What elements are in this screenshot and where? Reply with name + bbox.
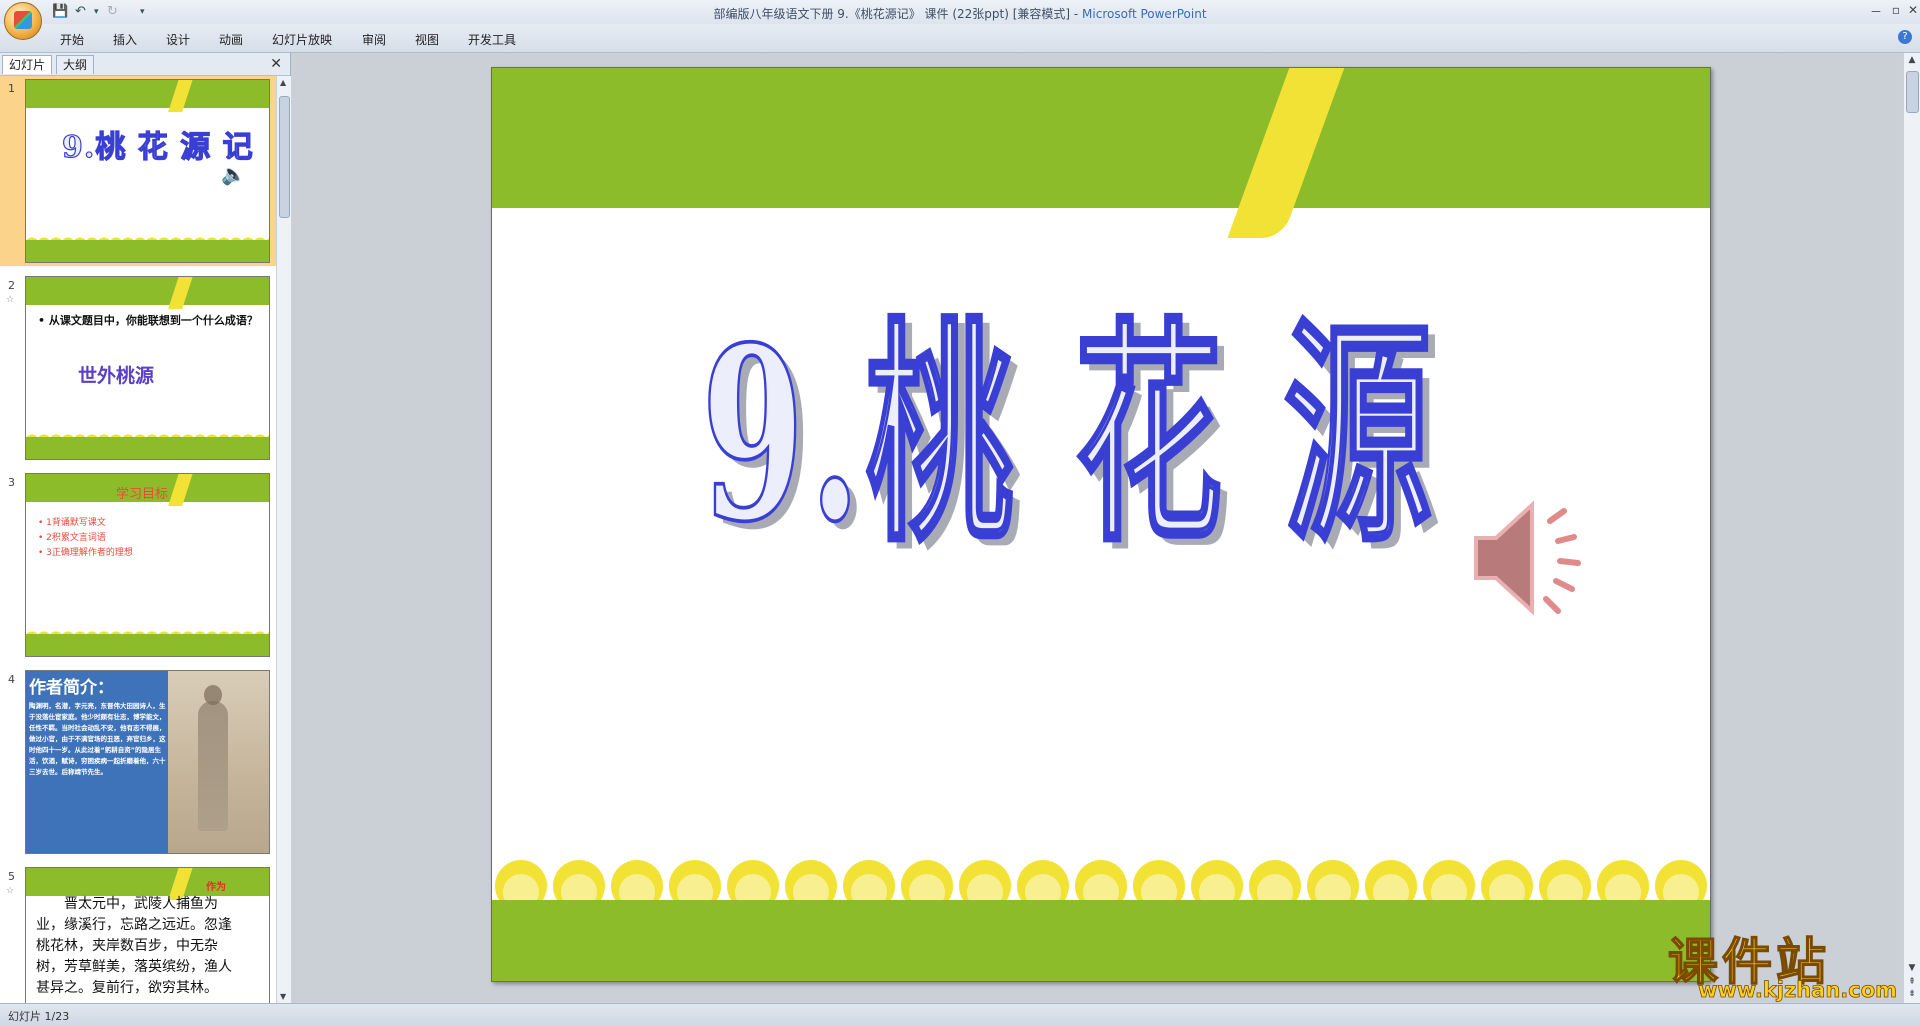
thumb-item: • 1背诵默写课文 <box>38 518 106 528</box>
thumb-note: 作为 <box>206 882 226 893</box>
audio-speaker-icon[interactable] <box>1462 493 1602 623</box>
thumb-answer: 世外桃源 <box>78 365 155 387</box>
slide-number: 2 <box>8 279 15 292</box>
slide-thumbnail-2[interactable]: • 从课文题目中，你能联想到一个什么成语？ 世外桃源 <box>25 276 270 460</box>
help-icon[interactable]: ? <box>1898 30 1912 44</box>
title-bar: 💾 ↶ ▾ ↻ ▾ 部编版八年级语文下册 9.《桃花源记》 课件 (22张ppt… <box>0 0 1920 24</box>
slide-thumbnail-4[interactable]: 作者简介： 陶渊明，名潜，字元亮，东晋伟大田园诗人，生于没落仕宦家庭。他少时颇有… <box>25 670 270 854</box>
thumb-bullet: • 从课文题目中，你能联想到一个什么成语？ <box>38 314 258 327</box>
slide-bottom-band <box>492 900 1710 981</box>
thumbnail-row-5[interactable]: 5 ☆ 作为 晋太元中，武陵人捕鱼为 业，缘溪行，忘路之远近。忽逢 桃花林，夹岸… <box>0 864 276 1003</box>
status-bar: 幻灯片 1/23 <box>0 1003 1920 1026</box>
thumb-top-band <box>26 80 269 108</box>
slide-thumbnail-5[interactable]: 作为 晋太元中，武陵人捕鱼为 业，缘溪行，忘路之远近。忽逢 桃花林，夹岸数百步，… <box>25 867 270 1003</box>
pane-tabs: 幻灯片 大纲 ✕ <box>0 53 290 76</box>
slide-top-band <box>492 68 1710 208</box>
animation-star-icon: ☆ <box>6 295 15 305</box>
tab-view[interactable]: 视图 <box>415 31 439 48</box>
thumb-top-band <box>26 868 269 896</box>
tab-slides[interactable]: 幻灯片 <box>2 55 53 74</box>
slide-title: 9.桃 花 源 记 9.桃 花 源 记 <box>700 293 1492 582</box>
thumb-bottom-band <box>26 437 269 459</box>
minimize-button[interactable]: － <box>1865 3 1887 19</box>
thumbnail-row-2[interactable]: 2 ☆ • 从课文题目中，你能联想到一个什么成语？ 世外桃源 <box>0 273 276 463</box>
slide-indicator: 幻灯片 1/23 <box>8 1010 70 1023</box>
thumb-bottom-band <box>26 634 269 656</box>
thumb-bottom-band <box>26 240 269 262</box>
tab-animations[interactable]: 动画 <box>219 31 243 48</box>
thumb-title: 9.桃 花 源 记 <box>61 129 254 165</box>
thumb-body: 陶渊明，名潜，字元亮，东晋伟大田园诗人，生于没落仕宦家庭。他少时颇有壮志，博学能… <box>29 702 166 776</box>
thumb-heading: 学习目标 <box>116 487 169 502</box>
tab-review[interactable]: 审阅 <box>362 31 386 48</box>
next-slide-icon[interactable]: ⇟ <box>1906 989 1918 1001</box>
portrait-image <box>168 671 269 853</box>
tab-insert[interactable]: 插入 <box>113 31 137 48</box>
scroll-thumb[interactable] <box>279 96 290 218</box>
window-title: 部编版八年级语文下册 9.《桃花源记》 课件 (22张ppt) [兼容模式] -… <box>0 5 1920 22</box>
scroll-down-icon[interactable]: ▼ <box>280 992 286 1001</box>
scroll-thumb[interactable] <box>1906 71 1919 113</box>
ribbon-tabs: 开始 插入 设计 动画 幻灯片放映 审阅 视图 开发工具 ? <box>0 24 1920 53</box>
animation-star-icon: ☆ <box>6 886 15 896</box>
thumb-line: 晋太元中，武陵人捕鱼为 <box>64 896 218 912</box>
thumb-items: • 1背诵默写课文 • 2积累文言词语 • 3正确理解作者的理想 <box>38 516 133 561</box>
thumbnail-row-1[interactable]: 1 9.桃 花 源 记 🔈 <box>0 76 276 266</box>
slides-pane: 幻灯片 大纲 ✕ 1 9.桃 花 源 记 🔈 2 ☆ • 从课文题目中，你能联想… <box>0 53 291 1003</box>
slide-number: 3 <box>8 476 15 489</box>
slide-canvas[interactable]: 9.桃 花 源 记 9.桃 花 源 记 <box>491 67 1711 982</box>
close-button[interactable]: ✕ <box>1902 3 1920 19</box>
title-text: 9.桃 花 源 记 <box>701 295 1492 575</box>
slide-number: 4 <box>8 673 15 686</box>
watermark-url: www.kjzhan.com <box>1698 978 1898 1003</box>
tab-home[interactable]: 开始 <box>60 31 84 48</box>
thumbnail-scrollbar[interactable]: ▲ ▼ <box>276 76 291 1003</box>
scroll-up-icon[interactable]: ▲ <box>280 78 286 87</box>
app-name: Microsoft PowerPoint <box>1082 7 1207 21</box>
previous-slide-icon[interactable]: ⇞ <box>1906 977 1918 989</box>
thumb-line: 树，芳草鲜美，落英缤纷，渔人 <box>36 959 232 975</box>
slide-scrollbar[interactable]: ▲ ▼ ⇞ ⇟ <box>1903 53 1920 1003</box>
slide-number: 1 <box>8 82 15 95</box>
thumb-item: • 3正确理解作者的理想 <box>38 548 133 558</box>
tab-slideshow[interactable]: 幻灯片放映 <box>272 31 332 48</box>
thumb-line: 业，缘溪行，忘路之远近。忽逢 <box>36 917 232 933</box>
document-title: 部编版八年级语文下册 9.《桃花源记》 课件 (22张ppt) [兼容模式] - <box>713 7 1083 21</box>
slide-thumbnail-3[interactable]: 学习目标 • 1背诵默写课文 • 2积累文言词语 • 3正确理解作者的理想 <box>25 473 270 657</box>
tab-design[interactable]: 设计 <box>166 31 190 48</box>
thumb-top-band <box>26 277 269 305</box>
site-watermark-logo: 课件站 www.kjzhan.com <box>1667 922 1900 1003</box>
thumb-line: 甚异之。复前行，欲穷其林。 <box>36 980 218 996</box>
thumb-item: • 2积累文言词语 <box>38 533 106 543</box>
slide-number: 5 <box>8 870 15 883</box>
office-button[interactable] <box>4 2 42 40</box>
tab-outline[interactable]: 大纲 <box>56 55 95 74</box>
slide-wave-border <box>492 848 1710 908</box>
thumb-heading: 作者简介： <box>29 678 114 698</box>
thumb-line: 桃花林，夹岸数百步，中无杂 <box>36 938 218 954</box>
office-logo-icon <box>14 11 32 29</box>
thumb-text: 晋太元中，武陵人捕鱼为 业，缘溪行，忘路之远近。忽逢 桃花林，夹岸数百步，中无杂… <box>36 894 266 999</box>
scroll-down-icon[interactable]: ▼ <box>1906 963 1918 975</box>
slide-thumbnail-1[interactable]: 9.桃 花 源 记 🔈 <box>25 79 270 263</box>
thumbnail-list: 1 9.桃 花 源 记 🔈 2 ☆ • 从课文题目中，你能联想到一个什么成语？ … <box>0 76 276 1003</box>
thumbnail-row-3[interactable]: 3 学习目标 • 1背诵默写课文 • 2积累文言词语 • 3正确理解作者的理想 <box>0 470 276 660</box>
thumbnail-row-4[interactable]: 4 作者简介： 陶渊明，名潜，字元亮，东晋伟大田园诗人，生于没落仕宦家庭。他少时… <box>0 667 276 857</box>
tab-developer[interactable]: 开发工具 <box>468 31 516 48</box>
scroll-up-icon[interactable]: ▲ <box>1906 55 1918 67</box>
pane-close-icon[interactable]: ✕ <box>270 56 282 72</box>
speaker-icon: 🔈 <box>221 162 246 186</box>
